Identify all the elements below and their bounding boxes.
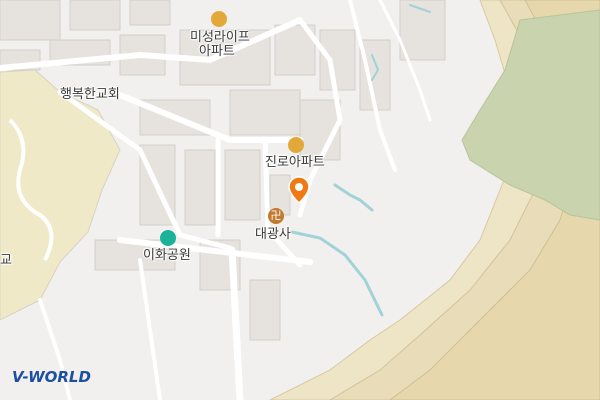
ihwa-park-label[interactable]: 이화공원	[143, 248, 191, 263]
apartment-icon[interactable]	[211, 11, 227, 27]
vworld-logo: V-WORLD	[12, 368, 91, 386]
haengbok-church-label[interactable]: 행복한교회	[60, 87, 120, 102]
park-icon[interactable]	[160, 230, 176, 246]
location-pin-icon[interactable]	[288, 176, 310, 204]
misung-apt-label-line1[interactable]: 미성라이프	[190, 30, 250, 45]
map-view[interactable]: 미성라이프 아파트 행복한교회 진로아파트 卍 대광사 이화공원 교 V-WOR…	[0, 0, 600, 400]
temple-icon[interactable]: 卍	[268, 208, 284, 224]
misung-apt-label-line2[interactable]: 아파트	[199, 44, 235, 59]
daegwangsa-label[interactable]: 대광사	[255, 227, 291, 242]
jinro-apt-label[interactable]: 진로아파트	[265, 155, 325, 170]
school-label-partial[interactable]: 교	[0, 253, 12, 268]
apartment-icon[interactable]	[288, 137, 304, 153]
